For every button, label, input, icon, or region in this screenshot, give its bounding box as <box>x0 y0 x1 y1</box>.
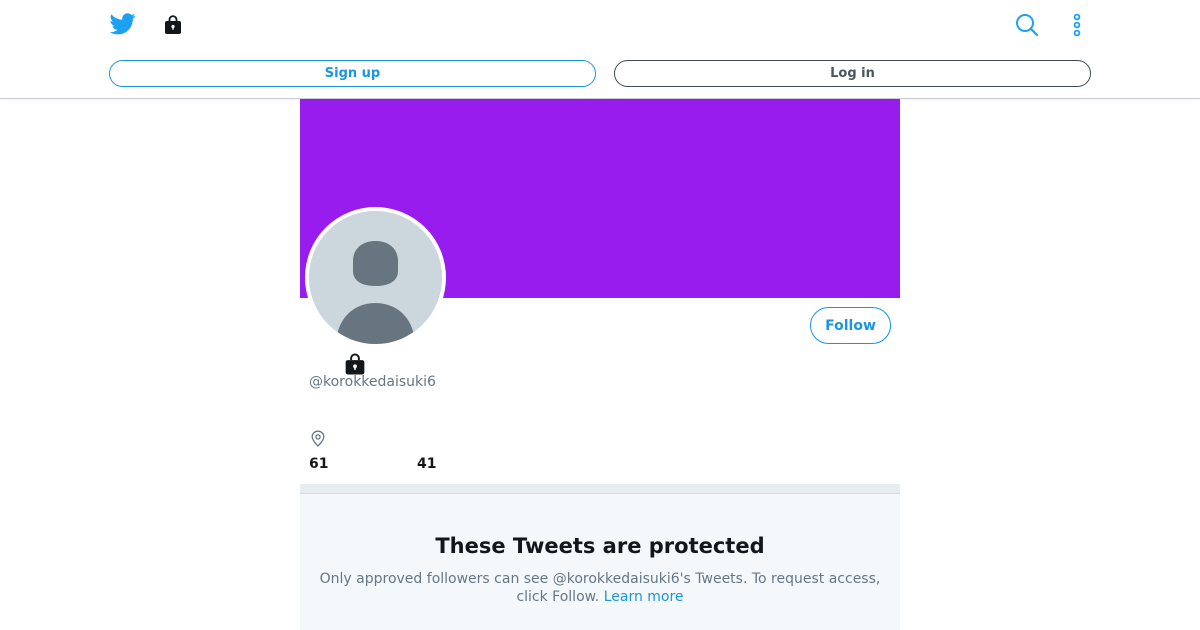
lock-icon <box>344 353 366 375</box>
default-avatar-icon[interactable] <box>305 207 446 348</box>
top-navigation-bar: Sign up Log in <box>0 0 1200 99</box>
search-icon[interactable] <box>1014 12 1040 38</box>
shopping-bag-icon[interactable] <box>162 14 184 36</box>
twitter-bird-icon[interactable] <box>110 12 136 36</box>
location-pin-icon <box>310 430 326 447</box>
section-divider <box>300 484 900 494</box>
follow-button[interactable]: Follow <box>810 307 891 344</box>
sign-up-button[interactable]: Sign up <box>109 60 596 87</box>
learn-more-link[interactable]: Learn more <box>604 589 684 605</box>
followers-count[interactable]: 41 <box>417 456 436 472</box>
following-count[interactable]: 61 <box>309 456 328 472</box>
more-vertical-icon[interactable] <box>1066 12 1088 38</box>
protected-title: These Tweets are protected <box>435 534 765 558</box>
log-in-button[interactable]: Log in <box>614 60 1091 87</box>
protected-message: Only approved followers can see @korokke… <box>314 570 886 606</box>
protected-body-text: Only approved followers can see @korokke… <box>319 571 881 605</box>
profile-handle: @korokkedaisuki6 <box>309 374 436 390</box>
protected-tweets-notice: These Tweets are protected Only approved… <box>300 494 900 630</box>
